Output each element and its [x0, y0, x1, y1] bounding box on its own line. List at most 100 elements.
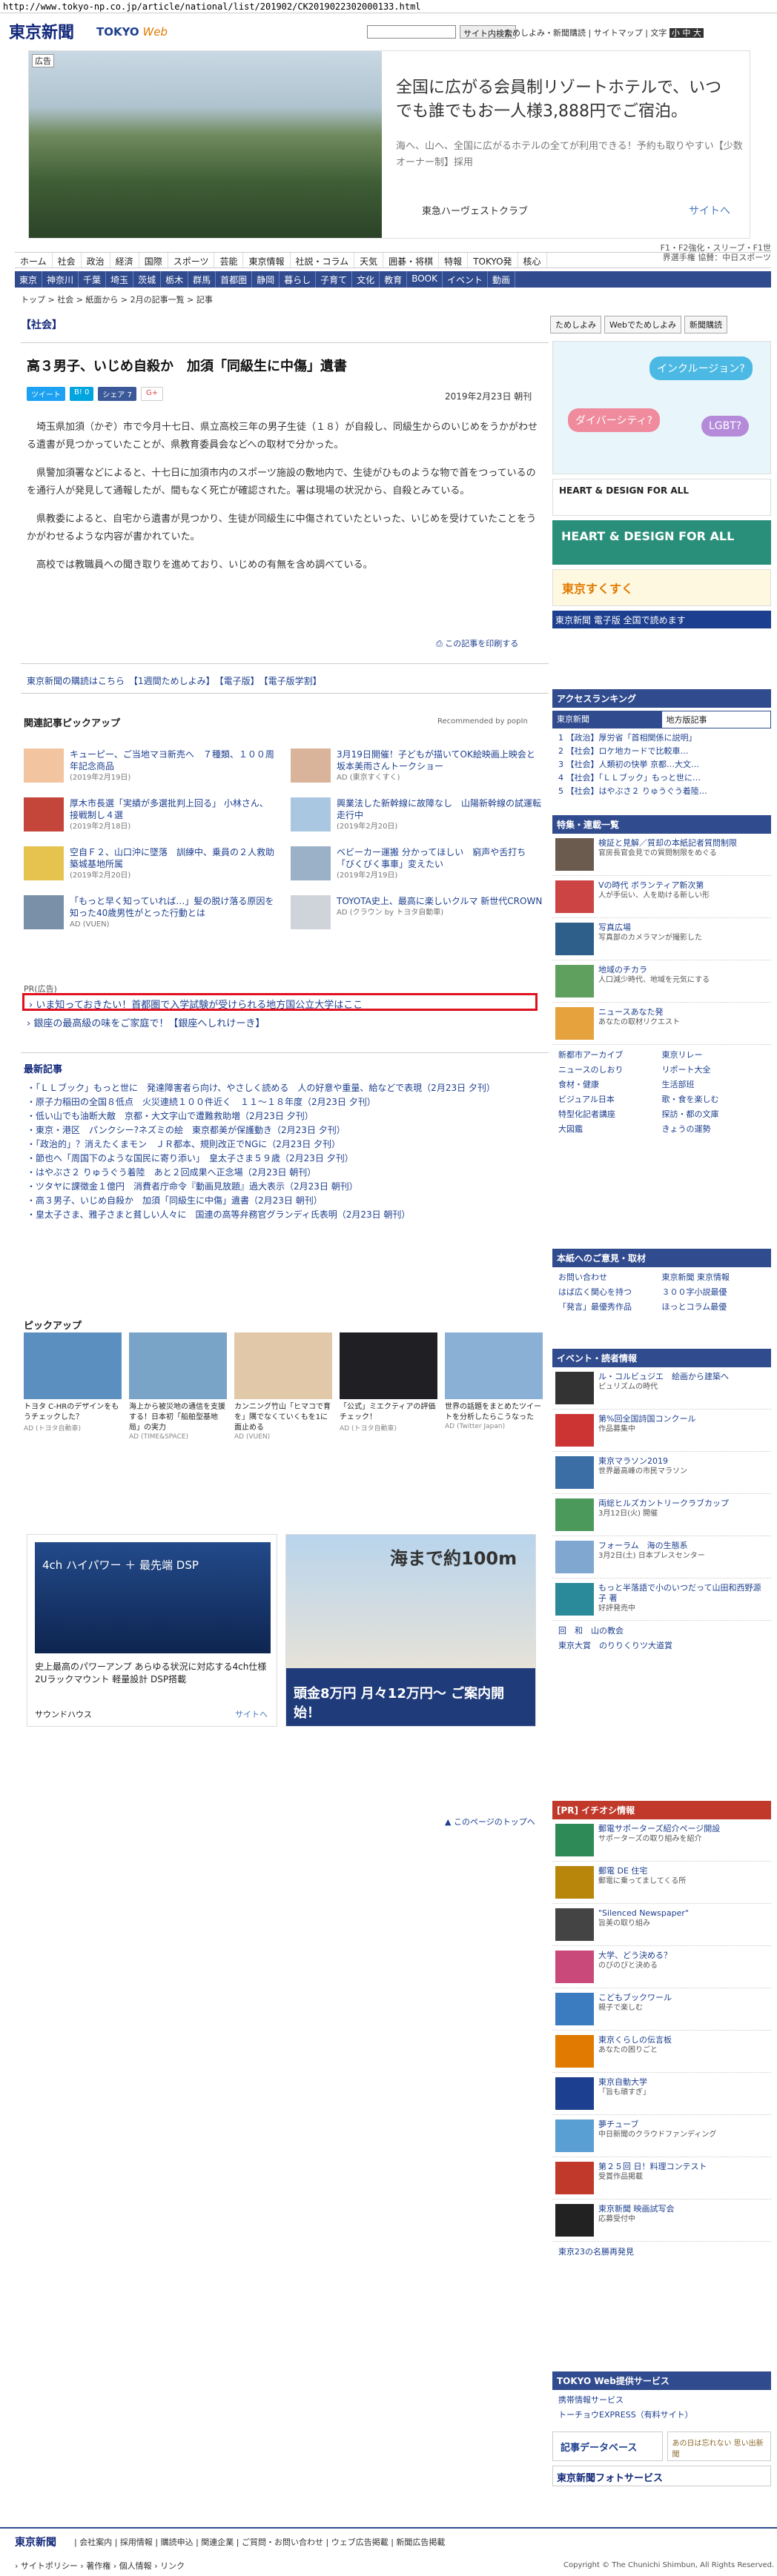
ranking-item[interactable]: 5 【社会】はやぶさ２ りゅうぐう着陸… — [552, 785, 771, 798]
latest-item-text[interactable]: 東京・港区 パンクシー?ネズミの絵 東京都美が保護動き（2月23日 夕刊） — [36, 1125, 345, 1135]
latest-item-text[interactable]: 「ＬＬブック」もっと世に 発達障害者ら向け、やさしく読める 人の好意や重量、給な… — [36, 1083, 495, 1093]
side-text[interactable]: 大学、どう決める？ のびのびと決める — [598, 1951, 672, 1983]
facebook-share-button[interactable]: シェア 7 — [98, 387, 136, 401]
side-text[interactable]: 東京くらしの伝言板 あなたの困りごと — [598, 2035, 672, 2068]
ranking-tab-tokyo[interactable]: 東京新聞 — [552, 711, 661, 728]
nav-item[interactable]: 天気 — [354, 253, 384, 268]
related-text[interactable]: ベビーカー運搬 分かってほしい 窮声や舌打ち「びくびく事車」変えたい (2019年… — [337, 846, 543, 880]
side-item-title[interactable]: フォーラム 海の生態系 — [598, 1541, 688, 1550]
region-nav-item[interactable]: 教育 — [380, 271, 408, 288]
side-item[interactable]: 大学、どう決める？ のびのびと決める — [552, 1946, 771, 1988]
side-item[interactable]: こどもブックワール 親子で楽しむ — [552, 1988, 771, 2031]
related-item[interactable]: 興業法した新幹線に故障なし 山陽新幹線の試運転走行中 (2019年2月20日) — [291, 797, 543, 831]
related-title-text[interactable]: 興業法した新幹線に故障なし 山陽新幹線の試運転走行中 — [337, 798, 541, 820]
side-item-title[interactable]: 写真広場 — [598, 923, 631, 932]
pickup-title-text[interactable]: カンニング竹山「ヒマコで育を」隅でなくていくもを1に面止める — [234, 1402, 332, 1433]
related-text[interactable]: 「もっと早く知っていれば…」髪の脱け落る原因を知った40歳男性がとった行動とは A… — [70, 895, 276, 929]
region-nav-item[interactable]: 文化 — [352, 271, 380, 288]
latest-item-text[interactable]: 原子力稲田の全国８低点 火災連続１００件近く １１～１８年度（2月23日 夕刊） — [36, 1097, 376, 1107]
latest-item[interactable]: ・はやぶさ２ りゅうぐう着陸 あと２回成果へ正念場（2月23日 朝刊） — [27, 1166, 546, 1179]
latest-item-text[interactable]: 節也へ「周国下のような国民に寄り添い」 皇太子さま５９歳（2月23日 夕刊） — [36, 1153, 354, 1163]
ranking-tab-local[interactable]: 地方版記事 — [661, 711, 771, 728]
side-item-title[interactable]: 第%回全国詩国コンクール — [598, 1414, 695, 1424]
side-item[interactable]: 検証と見解／質却の本紙記者質問制限 官房長官会見での質問制限をめぐる — [552, 834, 771, 876]
side-text[interactable]: こどもブックワール 親子で楽しむ — [598, 1993, 672, 2025]
side-text[interactable]: フォーラム 海の生態系 3月2日(土) 日本プレスセンター — [598, 1541, 705, 1573]
site-logo[interactable]: 東京新聞 — [9, 19, 74, 43]
side-item-title[interactable]: 郵電 DE 住宅 — [598, 1866, 647, 1876]
section-link[interactable]: 探訪・都の文庫 — [662, 1107, 766, 1122]
subscribe-links[interactable]: 東京新聞の購読はこちら 【1週間ためしよみ】 【電子版】 【電子版学割】 — [27, 674, 322, 687]
latest-item[interactable]: ・ツタヤに課徴金１億円 消費者庁命令『動画見放題』過大表示（2月23日 朝刊） — [27, 1181, 546, 1193]
side-item[interactable]: 第%回全国詩国コンクール 作品募集中 — [552, 1410, 771, 1452]
side-item[interactable]: "Silenced Newspaper" 旨美の取り組み — [552, 1904, 771, 1946]
side-item[interactable]: 郵電 DE 住宅 郵電に乗ってましてくる所 — [552, 1862, 771, 1904]
related-title-text[interactable]: TOYOTA史上、最高に楽しいクルマ 新世代CROWN — [337, 896, 542, 906]
side-text[interactable]: 第２５回 日！料理コンテスト 受賞作品掲載 — [598, 2162, 707, 2194]
side-item[interactable]: 東京新聞 映画試写会 応募受付中 — [552, 2200, 771, 2242]
event-link[interactable]: 東京大賞 のりりくりツ大道賞 — [558, 1639, 765, 1653]
nav-item[interactable]: 東京情報 — [243, 253, 291, 268]
nav-item[interactable]: 政治 — [82, 253, 110, 268]
footer-links[interactable]: | 会社案内 | 採用情報 | 購読申込 | 関連企業 | ご質問・お問い合わせ… — [74, 2536, 445, 2548]
search-input[interactable] — [367, 25, 456, 39]
region-nav-item[interactable]: 子育て — [316, 271, 353, 288]
tweet-button[interactable]: ツイート — [27, 387, 65, 401]
heart-design-banner-2[interactable]: HEART & DESIGN FOR ALL — [552, 520, 771, 565]
region-nav-item[interactable]: 栃木 — [161, 271, 189, 288]
ranking-item[interactable]: 1 【政治】厚労省「首相関係に説明」 — [552, 731, 771, 745]
region-nav-item[interactable]: 暮らし — [280, 271, 317, 288]
pickup-item[interactable]: 世界の話題をまとめたツイートを分析したらこうなった AD (Twitter Jap… — [445, 1332, 543, 1441]
latest-item[interactable]: ・「政治的」？消えたくまモン ＪＲ都本、規則改正でNGに（2月23日 夕刊） — [27, 1138, 546, 1151]
ad-housing[interactable]: 海まで約100m 頭金8万円 月々12万円〜 ご案内開始！ — [285, 1534, 536, 1727]
side-item-title[interactable]: 第２５回 日！料理コンテスト — [598, 2162, 707, 2171]
side-item-title[interactable]: ニュースあなた発 — [598, 1007, 663, 1017]
related-item[interactable]: 厚木市長選「実績が多選批判上回る」 小林さん、接戦制し４選 (2019年2月18日… — [24, 797, 276, 831]
side-item[interactable]: ニュースあなた発 あなたの取材リクエスト — [552, 1003, 771, 1045]
side-text[interactable]: 地域のチカラ 人口減少時代、地域を元気にする — [598, 965, 710, 997]
ad-link[interactable]: サイトへ — [689, 203, 730, 218]
ad-amplifier[interactable]: 4ch ハイパワー ＋ 最先端 DSP 史上最高のパワーアンプ あらゆる状況に対… — [27, 1534, 277, 1727]
digital-edition-banner[interactable]: 東京新聞 電子版 全国で読めます — [552, 611, 771, 628]
related-title-text[interactable]: キューピー、ご当地マヨ新売へ ７種類、１００周年記念商品 — [70, 749, 274, 771]
region-nav-item[interactable]: 千葉 — [79, 271, 107, 288]
inquiry-link[interactable]: ３００字小説最優 — [662, 1285, 766, 1300]
header-links-text[interactable]: ためしよみ・新聞購読 | サイトマップ | 文字 — [504, 28, 667, 38]
nav-item[interactable]: 社会 — [53, 253, 82, 268]
related-item[interactable]: キューピー、ご当地マヨ新売へ ７種類、１００周年記念商品 (2019年2月19日) — [24, 748, 276, 783]
pr-link-text[interactable]: 銀座の最高級の味をご家庭で！【銀座へしれけーき】 — [33, 1018, 265, 1029]
print-label[interactable]: この記事を印刷する — [445, 639, 518, 648]
side-item-title[interactable]: 東京新聞 映画試写会 — [598, 2204, 675, 2214]
side-item-title[interactable]: 東京マラソン2019 — [598, 1456, 668, 1466]
region-nav-item[interactable]: 静岡 — [252, 271, 280, 288]
pr-link[interactable]: › 銀座の最高級の味をご家庭で！【銀座へしれけーき】 — [27, 1015, 265, 1029]
inquiry-link[interactable]: ほっとコラム最優 — [662, 1300, 766, 1315]
side-item-title[interactable]: 検証と見解／質却の本紙記者質問制限 — [598, 838, 737, 848]
related-item[interactable]: TOYOTA史上、最高に楽しいクルマ 新世代CROWN AD (クラウン by ト… — [291, 895, 543, 929]
latest-item[interactable]: ・東京・港区 パンクシー?ネズミの絵 東京都美が保護動き（2月23日 夕刊） — [27, 1124, 546, 1137]
side-text[interactable]: 第%回全国詩国コンクール 作品募集中 — [598, 1414, 695, 1447]
side-item[interactable]: 第２５回 日！料理コンテスト 受賞作品掲載 — [552, 2157, 771, 2200]
latest-item[interactable]: ・原子力稲田の全国８低点 火災連続１００件近く １１～１８年度（2月23日 夕刊… — [27, 1096, 546, 1109]
nav-item[interactable]: 核心 — [518, 253, 547, 268]
region-nav-item[interactable]: 埼玉 — [106, 271, 134, 288]
related-text[interactable]: TOYOTA史上、最高に楽しいクルマ 新世代CROWN AD (クラウン by ト… — [337, 895, 542, 929]
side-text[interactable]: 郵電 DE 住宅 郵電に乗ってましてくる所 — [598, 1866, 686, 1899]
side-item-title[interactable]: "Silenced Newspaper" — [598, 1908, 689, 1918]
related-text[interactable]: 厚木市長選「実績が多選批判上回る」 小林さん、接戦制し４選 (2019年2月18日… — [70, 797, 276, 831]
side-text[interactable]: 郵電サポーターズ紹介ページ開設 サポーターズの取り組みを紹介 — [598, 1824, 720, 1856]
inquiry-link[interactable]: 東京新聞 東京情報 — [662, 1270, 766, 1285]
side-item-title[interactable]: 東京くらしの伝言板 — [598, 2035, 672, 2045]
nav-item[interactable]: 特報 — [439, 253, 469, 268]
pickup-title-text[interactable]: 「公式」ミエクティアの評価チェック！ — [340, 1402, 437, 1423]
region-nav-item[interactable]: イベント — [443, 271, 488, 288]
nav-item[interactable]: TOKYO発 — [468, 253, 518, 268]
pr-more[interactable]: 東京23の名勝再発見 — [552, 2242, 771, 2263]
side-item-title[interactable]: 東京自動大学 — [598, 2077, 647, 2087]
related-title-text[interactable]: 「もっと早く知っていれば…」髪の脱け落る原因を知った40歳男性がとった行動とは — [70, 896, 274, 918]
side-item-title[interactable]: 地域のチカラ — [598, 965, 647, 975]
section-link[interactable]: 大図鑑 — [558, 1122, 662, 1137]
latest-item-text[interactable]: 皇太子さま、雅子さまと貧しい人々に 国連の高等弁務官グランディ氏表明（2月23日… — [36, 1209, 410, 1220]
side-text[interactable]: Vの時代 ボランティア新次第 人が手伝い、人を助ける新しい形 — [598, 880, 710, 913]
related-text[interactable]: キューピー、ご当地マヨ新売へ ７種類、１００周年記念商品 (2019年2月19日) — [70, 748, 276, 783]
